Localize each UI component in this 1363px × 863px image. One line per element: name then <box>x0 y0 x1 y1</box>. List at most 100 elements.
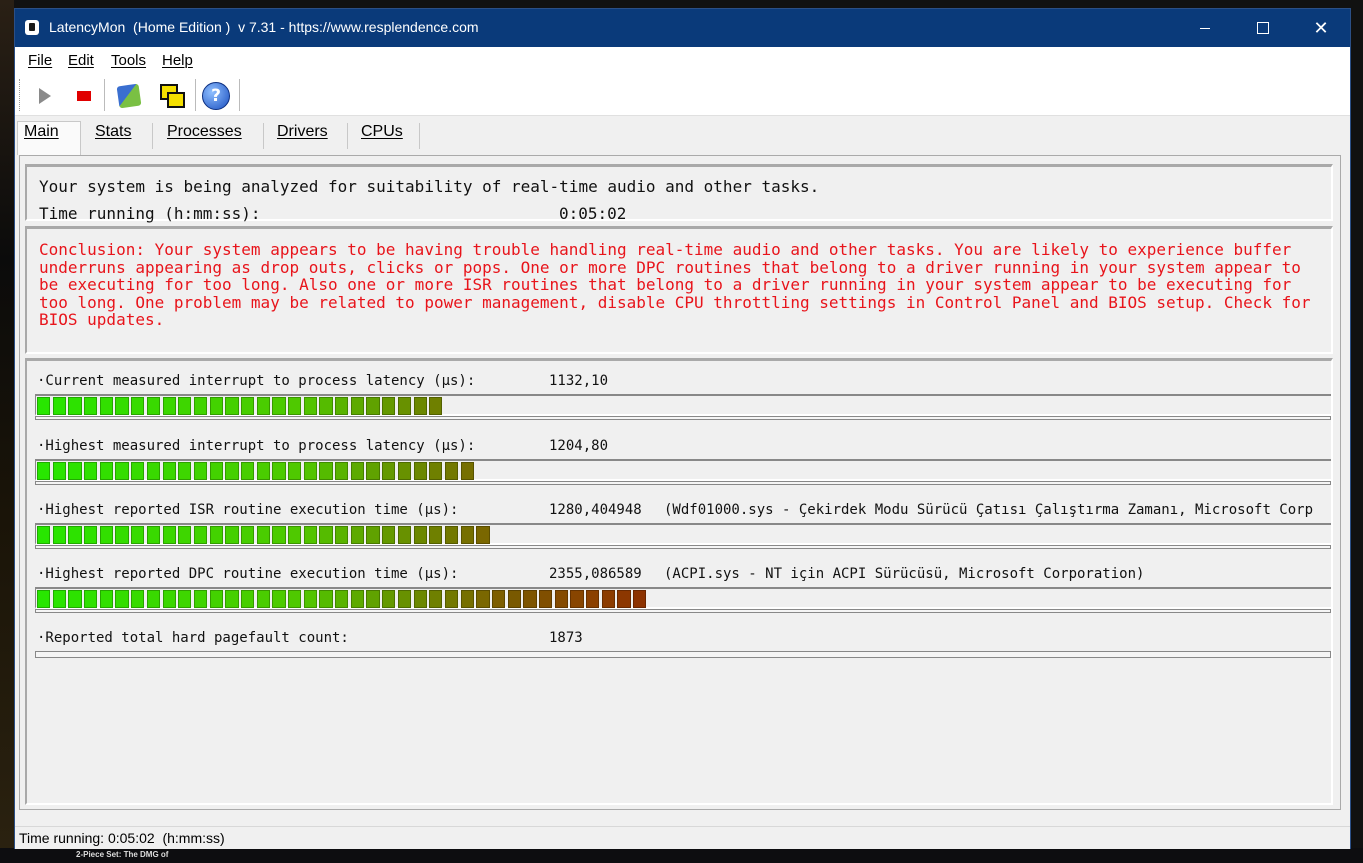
latency-bar-segment <box>146 526 161 544</box>
desktop-taskbar-text: 2-Piece Set: The DMG of <box>76 850 169 859</box>
latency-bar-segment <box>319 526 333 544</box>
latency-bar-segment <box>617 590 631 608</box>
toolbar-separator <box>104 79 105 111</box>
latency-bar-segment <box>335 526 349 544</box>
maximize-button[interactable] <box>1234 9 1292 47</box>
latency-bar-segment <box>256 590 270 608</box>
latency-bar-segment <box>476 526 490 544</box>
latency-bar-segment <box>225 590 239 608</box>
latency-bar-segment <box>366 397 380 415</box>
latency-bar-segment <box>382 462 396 480</box>
latency-bar-segment <box>350 462 365 480</box>
metric-value: 2355,086589 <box>549 566 642 582</box>
stop-monitoring-button[interactable] <box>70 82 98 110</box>
latency-bar-segment <box>319 462 333 480</box>
windows-icon <box>160 84 185 108</box>
conclusion-section: Conclusion: Your system appears to be ha… <box>25 226 1333 354</box>
latency-bar-segment <box>225 526 239 544</box>
latency-bar-segment <box>491 590 506 608</box>
minimize-button[interactable] <box>1176 9 1234 47</box>
latency-bar-segment <box>272 397 286 415</box>
latency-bar-segment <box>382 590 396 608</box>
latency-bar-segment <box>460 590 474 608</box>
metric-value: 1204,80 <box>549 438 609 454</box>
latency-bar-segment <box>256 462 270 480</box>
tab-strip: Main Stats Processes Drivers CPUs <box>15 115 1350 155</box>
menu-edit[interactable]: Edit <box>68 52 94 69</box>
latency-bar-segment <box>586 590 600 608</box>
latency-bar-segment <box>131 462 145 480</box>
toolbar-grip[interactable] <box>19 79 23 111</box>
latency-bar <box>35 587 1331 609</box>
metric-label: ·Current measured interrupt to process l… <box>37 373 476 389</box>
latency-bar-segment <box>601 590 616 608</box>
metric-driver-info: (ACPI.sys - NT için ACPI Sürücüsü, Micro… <box>664 566 1145 582</box>
toolbar-separator <box>195 79 196 111</box>
latency-bar-segment <box>162 397 176 415</box>
clean-button[interactable] <box>115 82 143 110</box>
windows-button[interactable] <box>158 82 186 110</box>
latency-bar-segment <box>476 590 490 608</box>
tab-separator <box>80 123 81 149</box>
tab-drivers[interactable]: Drivers <box>277 123 328 141</box>
tab-processes[interactable]: Processes <box>167 123 242 141</box>
latency-bar-segment <box>84 462 98 480</box>
menu-help[interactable]: Help <box>162 52 193 69</box>
latency-bar-segment <box>68 462 82 480</box>
latency-bar-segment <box>37 590 51 608</box>
desktop-background <box>0 0 14 863</box>
tab-cpus[interactable]: CPUs <box>361 123 403 141</box>
latency-bar-segment <box>272 526 286 544</box>
latency-bar-segment <box>131 526 145 544</box>
latency-bar-segment <box>397 462 412 480</box>
latency-bar-segment <box>52 590 66 608</box>
time-running-label: Time running (h:mm:ss): <box>39 204 261 223</box>
latency-bar-segment <box>507 590 521 608</box>
metric-driver-info: (Wdf01000.sys - Çekirdek Modu Sürücü Çat… <box>664 502 1314 518</box>
menu-tools[interactable]: Tools <box>111 52 146 69</box>
latency-bar-fill <box>37 397 445 415</box>
menu-file[interactable]: File <box>28 52 52 69</box>
maximize-icon <box>1257 22 1269 34</box>
time-running-value: 0:05:02 <box>559 204 627 223</box>
metric-value: 1873 <box>549 630 583 646</box>
latency-bar-segment <box>429 397 443 415</box>
help-button[interactable]: ? <box>202 82 230 110</box>
tab-main[interactable]: Main <box>24 123 59 141</box>
latency-bar-segment <box>178 397 192 415</box>
latency-bar-segment <box>178 590 192 608</box>
latency-bar-segment <box>319 590 333 608</box>
latency-bar-segment <box>460 462 474 480</box>
tab-separator <box>347 123 348 149</box>
latency-bar-segment <box>146 462 161 480</box>
latency-bar-segment <box>115 590 129 608</box>
metric-label: ·Reported total hard pagefault count: <box>37 630 349 646</box>
title-bar[interactable]: LatencyMon (Home Edition ) v 7.31 - http… <box>15 9 1350 47</box>
main-panel: Your system is being analyzed for suitab… <box>19 155 1341 810</box>
start-monitoring-button[interactable] <box>31 82 59 110</box>
summary-section: Your system is being analyzed for suitab… <box>25 164 1333 223</box>
tab-stats[interactable]: Stats <box>95 123 131 141</box>
latency-bar-segment <box>131 397 145 415</box>
latency-bar-segment <box>193 397 208 415</box>
latency-bar-segment <box>382 397 396 415</box>
latency-bar-segment <box>84 590 98 608</box>
latency-bar-segment <box>37 462 51 480</box>
latency-bar-segment <box>115 397 129 415</box>
latency-bar-segment <box>335 462 349 480</box>
latency-bar-segment <box>52 462 66 480</box>
latency-bar-segment <box>240 397 255 415</box>
latency-bar-segment <box>319 397 333 415</box>
latency-bar-segment <box>256 526 270 544</box>
latency-bar-segment <box>84 397 98 415</box>
latency-bar-fill <box>37 590 649 608</box>
latency-bar-baseline <box>35 481 1331 485</box>
app-icon <box>25 20 39 35</box>
tab-separator <box>152 123 153 149</box>
latency-bar-segment <box>146 397 161 415</box>
close-button[interactable]: ✕ <box>1292 9 1350 47</box>
latency-bar-segment <box>99 397 114 415</box>
latency-bar-segment <box>335 397 349 415</box>
latency-bar-segment <box>523 590 537 608</box>
latency-bar-segment <box>115 526 129 544</box>
